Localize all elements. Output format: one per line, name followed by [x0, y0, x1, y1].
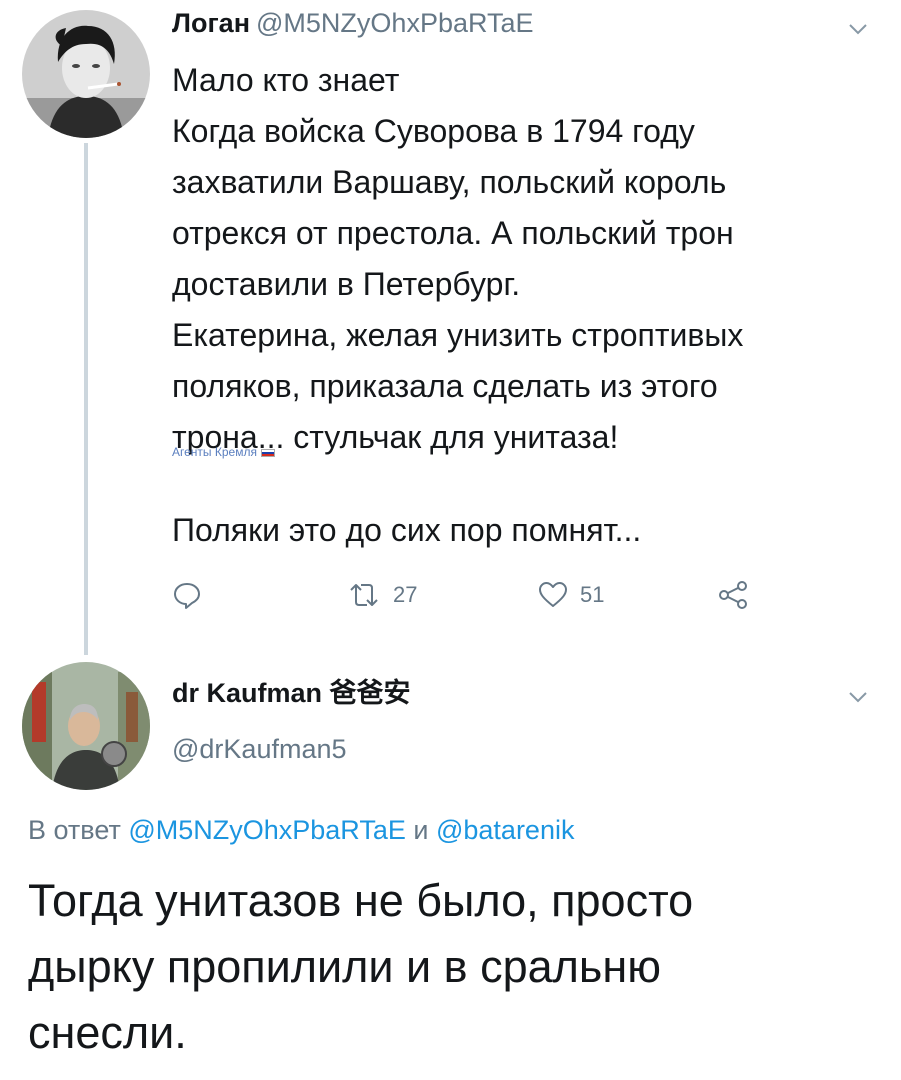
tweet-text-line: Когда войска Суворова в 1794 году — [172, 113, 695, 149]
tweet-text-line: поляков, приказала сделать из этого — [172, 368, 718, 404]
share-button[interactable] — [717, 575, 749, 615]
reply-to-user-link[interactable]: @batarenik — [436, 815, 574, 845]
tweet-text-line: доставили в Петербург. — [172, 266, 521, 302]
tweet-actions: 27 51 — [172, 575, 792, 615]
like-button[interactable]: 51 — [538, 575, 604, 615]
share-icon — [719, 581, 747, 609]
reply-text: Тогда унитазов не было, просто дырку про… — [28, 868, 878, 1066]
retweet-icon — [350, 584, 378, 606]
heart-icon — [539, 582, 567, 607]
reply-author-handle[interactable]: @drKaufman5 — [172, 732, 347, 766]
retweet-count: 27 — [393, 582, 418, 607]
chevron-down-icon[interactable] — [848, 690, 868, 704]
author-handle[interactable]: @M5NZyOhxPbaRTaE — [256, 8, 534, 38]
reply-text-line: снесли. — [28, 1007, 187, 1058]
tweet-text-line: отрекся от престола. А польский трон — [172, 215, 734, 251]
reply-author-avatar[interactable] — [22, 662, 150, 790]
reply-header: dr Kaufman 爸爸安 — [172, 676, 411, 710]
chevron-down-icon[interactable] — [848, 22, 868, 36]
tweet-header: Логан @M5NZyOhxPbaRTaE — [172, 6, 534, 40]
tweet-text-last-line: Поляки это до сих пор помнят... — [172, 512, 642, 548]
reply-author-name[interactable]: dr Kaufman 爸爸安 — [172, 678, 411, 708]
author-avatar[interactable] — [22, 10, 150, 138]
thread-line — [84, 143, 88, 655]
reply-to-line: В ответ @M5NZyOhxPbaRTaE и @batarenik — [28, 812, 574, 848]
reply-icon — [174, 583, 200, 609]
reply-to-conjunction: и — [413, 815, 429, 845]
watermark: Агенты Кремля — [172, 445, 275, 459]
watermark-text: Агенты Кремля — [172, 445, 257, 459]
russian-flag-icon — [260, 448, 275, 457]
retweet-button[interactable]: 27 — [347, 575, 417, 615]
tweet-original: Логан @M5NZyOhxPbaRTaE Мало кто знает Ког… — [0, 0, 901, 655]
reply-button[interactable] — [172, 575, 202, 615]
reply-text-line: Тогда унитазов не было, просто — [28, 875, 694, 926]
tweet-text-line: трона... стульчак для унитаза! — [172, 419, 619, 455]
reply-to-user-link[interactable]: @M5NZyOhxPbaRTaE — [128, 815, 406, 845]
reply-to-prefix: В ответ — [28, 815, 121, 845]
tweet-text-line: захватили Варшаву, польский король — [172, 164, 727, 200]
like-count: 51 — [580, 582, 605, 607]
tweet-text-line: Мало кто знает — [172, 62, 400, 98]
reply-text-line: дырку пропилили и в сральню — [28, 941, 661, 992]
tweet-text-line: Екатерина, желая унизить строптивых — [172, 317, 744, 353]
author-name[interactable]: Логан — [172, 8, 250, 38]
tweet-text: Мало кто знает Когда войска Суворова в 1… — [172, 55, 872, 463]
